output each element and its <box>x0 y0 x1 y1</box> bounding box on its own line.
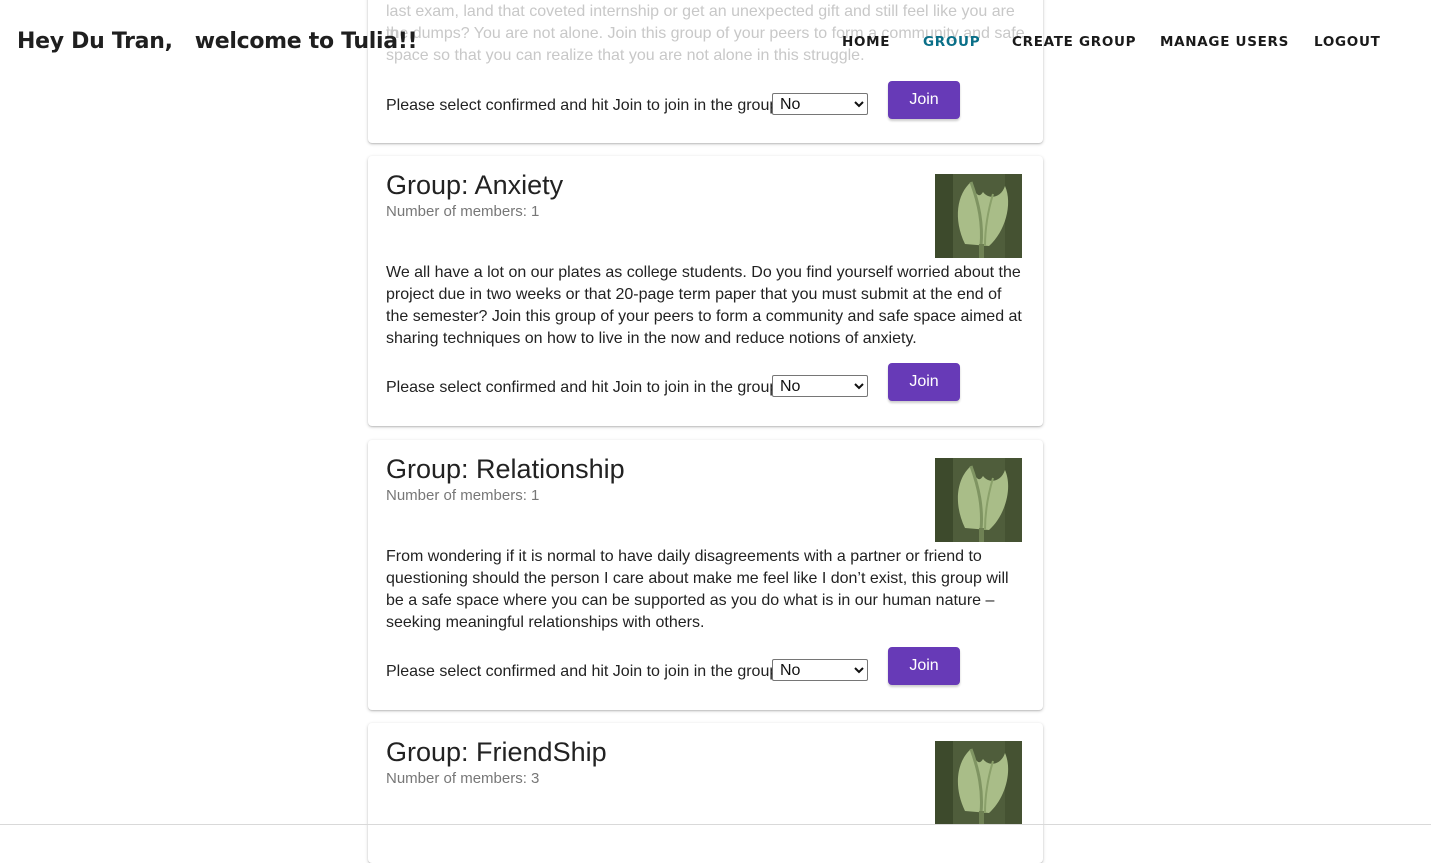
confirm-select[interactable]: No <box>772 375 868 397</box>
nav-manage-users[interactable]: MANAGE USERS <box>1160 34 1289 50</box>
top-navbar: Hey Du Tran, welcome to Tulia!! HOME GRO… <box>0 0 1431 86</box>
group-title: Group: Relationship <box>386 454 625 484</box>
nav-create-group[interactable]: CREATE GROUP <box>1012 34 1136 50</box>
confirm-select[interactable]: No <box>772 659 868 681</box>
confirm-select[interactable]: No <box>772 93 868 115</box>
nav-logout[interactable]: LOGOUT <box>1314 34 1381 50</box>
join-prompt: Please select confirmed and hit Join to … <box>386 97 779 114</box>
nav-group[interactable]: GROUP <box>923 34 980 50</box>
welcome-greeting: Hey Du Tran, welcome to Tulia!! <box>17 29 418 54</box>
tulip-image <box>935 174 1022 258</box>
join-prompt: Please select confirmed and hit Join to … <box>386 663 779 680</box>
member-count: Number of members: 1 <box>386 487 540 504</box>
member-count: Number of members: 1 <box>386 203 540 220</box>
group-card-relationship: Group: Relationship Number of members: 1… <box>368 440 1043 710</box>
member-count: Number of members: 3 <box>386 770 540 787</box>
join-button[interactable]: Join <box>888 81 960 119</box>
nav-home[interactable]: HOME <box>842 34 890 50</box>
group-card-anxiety: Group: Anxiety Number of members: 1 We a… <box>368 156 1043 426</box>
tulip-image <box>935 458 1022 542</box>
group-title: Group: FriendShip <box>386 737 607 767</box>
join-prompt: Please select confirmed and hit Join to … <box>386 379 779 396</box>
join-button[interactable]: Join <box>888 363 960 401</box>
group-description: From wondering if it is normal to have d… <box>386 548 1009 631</box>
group-card-friendship: Group: FriendShip Number of members: 3 <box>368 723 1043 863</box>
join-button[interactable]: Join <box>888 647 960 685</box>
group-description: We all have a lot on our plates as colle… <box>386 264 1022 347</box>
group-title: Group: Anxiety <box>386 170 564 200</box>
tulip-image <box>935 741 1022 825</box>
viewport-divider <box>0 824 1431 825</box>
